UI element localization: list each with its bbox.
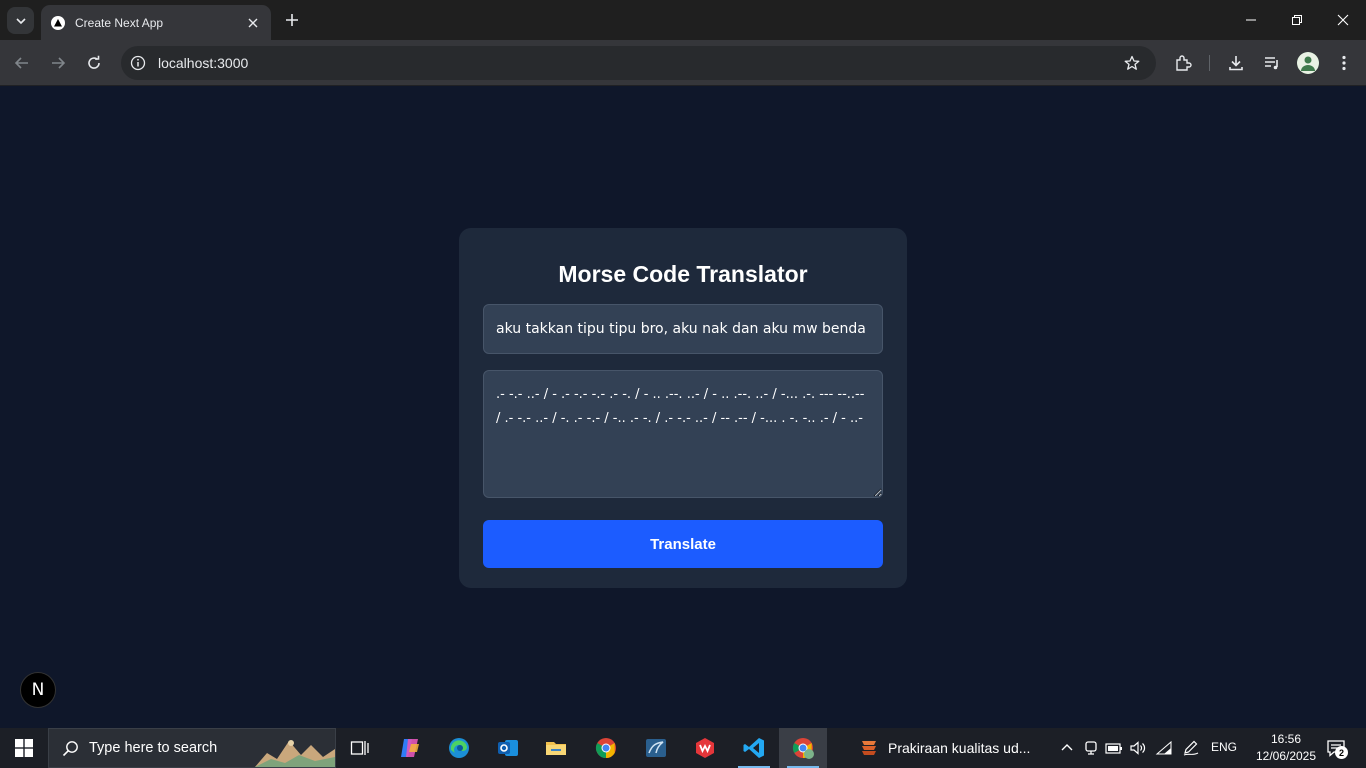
browser-tab-bar: Create Next App [0, 0, 1366, 40]
nextjs-favicon-icon [51, 15, 65, 30]
taskbar-running-app[interactable]: Prakiraan kualitas ud... [858, 728, 1048, 768]
page-title: Morse Code Translator [558, 261, 808, 287]
arrow-left-icon [14, 57, 28, 69]
task-view-button[interactable] [336, 728, 384, 768]
notification-count-badge: 2 [1335, 746, 1348, 759]
new-tab-button[interactable] [281, 9, 303, 31]
close-icon [248, 18, 258, 27]
taskbar-app-chrome[interactable] [582, 728, 630, 768]
taskbar-app-file-explorer[interactable] [532, 728, 580, 768]
tab-search-button[interactable] [7, 7, 34, 34]
tab-close-button[interactable] [245, 15, 261, 31]
windows-taskbar: Type here to search Prakiraan kualitas u… [0, 728, 1366, 768]
input-language[interactable]: ENG [1211, 740, 1237, 754]
outlook-icon [498, 740, 518, 756]
copilot-icon [401, 739, 419, 757]
tray-overflow-button[interactable] [1057, 738, 1077, 758]
morse-output[interactable]: .- -.- ..- / - .- -.- -.- .- -. / - .. .… [483, 370, 883, 498]
profile-avatar[interactable] [1297, 52, 1319, 74]
tray-meet-icon[interactable] [1081, 738, 1101, 758]
url-text[interactable]: localhost:3000 [158, 55, 1122, 71]
nextjs-dev-badge[interactable]: N [20, 672, 56, 708]
vscode-icon [743, 738, 764, 758]
windows-logo-icon [15, 739, 33, 757]
extensions-icon[interactable] [1172, 52, 1194, 74]
app-stack-icon [862, 741, 876, 755]
clock-date: 12/06/2025 [1255, 749, 1317, 763]
tab-title: Create Next App [75, 15, 164, 30]
plus-icon [286, 14, 298, 26]
forward-button[interactable] [46, 51, 70, 75]
taskbar-app-mysql-workbench[interactable] [632, 728, 680, 768]
taskbar-app-vscode[interactable] [730, 728, 778, 768]
tray-pen-icon[interactable] [1181, 738, 1201, 758]
taskbar-search-box[interactable]: Type here to search [48, 728, 336, 768]
tray-battery-icon[interactable] [1104, 738, 1124, 758]
minimize-button[interactable] [1228, 0, 1274, 40]
search-placeholder: Type here to search [89, 740, 218, 756]
tray-volume-icon[interactable] [1128, 738, 1148, 758]
close-icon [1337, 14, 1349, 26]
close-window-button[interactable] [1320, 0, 1366, 40]
mysql-workbench-icon [646, 739, 666, 757]
browser-toolbar: localhost:3000 [0, 40, 1366, 86]
restore-button[interactable] [1274, 0, 1320, 40]
search-icon [62, 740, 78, 756]
taskbar-app-chrome-active[interactable] [779, 728, 827, 768]
browser-tab[interactable]: Create Next App [41, 5, 271, 40]
task-view-icon [350, 741, 369, 755]
chevron-down-icon [15, 17, 26, 24]
chrome-profile-icon [792, 738, 814, 759]
running-app-label: Prakiraan kualitas ud... [888, 740, 1031, 756]
download-icon[interactable] [1225, 52, 1247, 74]
browser-menu-icon[interactable] [1333, 52, 1355, 74]
start-button[interactable] [0, 728, 48, 768]
translator-card: Morse Code Translator .- -.- ..- / - .- … [459, 228, 907, 588]
taskbar-app-copilot[interactable] [386, 728, 434, 768]
translate-button[interactable]: Translate [483, 520, 883, 568]
taskbar-app-outlook[interactable] [484, 728, 532, 768]
search-highlight-illustration [255, 740, 335, 767]
site-info-icon[interactable] [130, 55, 146, 71]
restore-icon [1292, 15, 1302, 25]
reload-button[interactable] [82, 51, 106, 75]
reload-icon [88, 55, 100, 69]
notification-center-button[interactable]: 2 [1322, 736, 1350, 760]
taskbar-app-edge[interactable] [435, 728, 483, 768]
chevron-up-icon [1061, 744, 1073, 751]
tray-wifi-icon[interactable] [1154, 738, 1174, 758]
wps-office-icon [696, 738, 714, 758]
page-viewport: Morse Code Translator .- -.- ..- / - .- … [0, 87, 1366, 728]
address-bar[interactable]: localhost:3000 [121, 46, 1156, 80]
media-control-icon[interactable] [1261, 52, 1283, 74]
clock-time: 16:56 [1270, 732, 1302, 746]
minimize-icon [1246, 19, 1256, 21]
text-input[interactable] [483, 304, 883, 354]
chrome-icon [595, 738, 616, 759]
folder-icon [546, 742, 566, 755]
toolbar-divider [1209, 55, 1210, 71]
bookmark-star-icon[interactable] [1122, 53, 1142, 73]
edge-icon [449, 738, 469, 758]
system-clock[interactable]: 16:56 12/06/2025 [1252, 731, 1320, 765]
back-button[interactable] [10, 51, 34, 75]
taskbar-app-wps[interactable] [681, 728, 729, 768]
arrow-right-icon [52, 57, 66, 69]
